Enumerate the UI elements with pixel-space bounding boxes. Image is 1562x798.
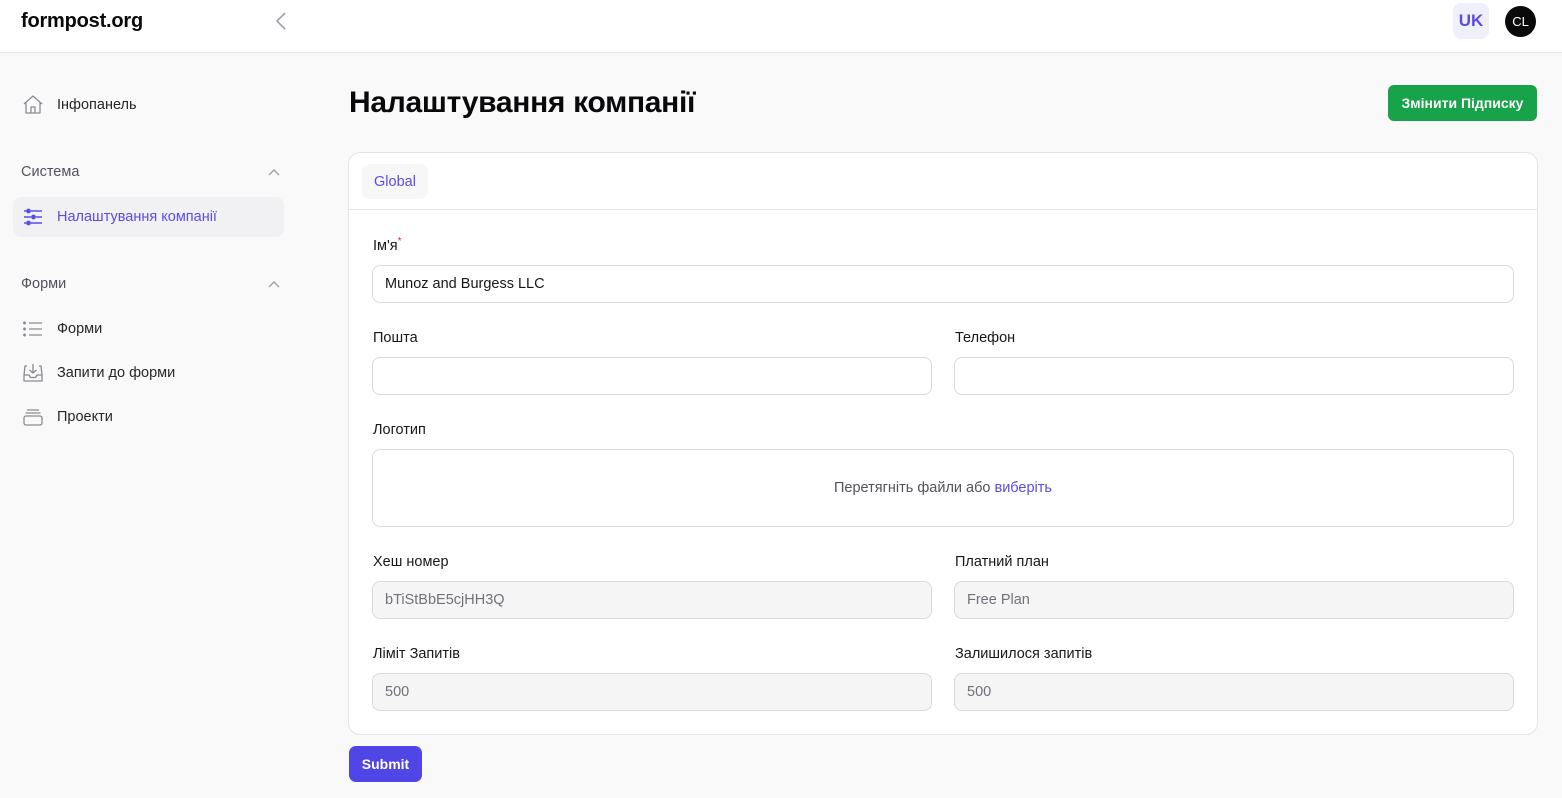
phone-label: Телефон	[955, 330, 1016, 346]
tab-bar: Global	[349, 153, 1537, 210]
browse-files-link[interactable]: виберіть	[994, 480, 1052, 496]
brand-logo[interactable]: formpost.org	[21, 10, 143, 33]
phone-input[interactable]	[954, 357, 1514, 395]
logo-dropzone[interactable]: Перетягніть файли або виберіть	[372, 449, 1514, 527]
page-title: Налаштування компанії	[349, 86, 696, 119]
sidebar-item-forms[interactable]: Форми	[13, 309, 284, 349]
hash-label: Хеш номер	[373, 554, 449, 570]
sidebar-group-system[interactable]: Система	[21, 164, 281, 180]
home-icon	[22, 94, 44, 116]
name-label-text: Ім'я	[373, 238, 398, 254]
sidebar-item-dashboard[interactable]: Інфопанель	[13, 85, 284, 125]
sidebar-item-label: Запити до форми	[57, 365, 176, 381]
language-switcher[interactable]: UK	[1453, 3, 1489, 39]
sidebar-group-forms[interactable]: Форми	[21, 276, 281, 292]
sidebar-item-label: Форми	[57, 321, 103, 337]
required-mark: *	[397, 236, 402, 247]
email-label: Пошта	[373, 330, 418, 346]
requests-left-input: 500	[954, 673, 1514, 711]
change-subscription-button[interactable]: Змінити Підписку	[1388, 85, 1537, 121]
name-label: Ім'я*	[373, 236, 402, 254]
tab-global[interactable]: Global	[362, 164, 428, 199]
sliders-icon	[22, 206, 44, 228]
sidebar-item-label: Проекти	[57, 409, 113, 425]
list-icon	[22, 318, 44, 340]
submit-button[interactable]: Submit	[349, 746, 422, 782]
plan-label: Платний план	[955, 554, 1049, 570]
hash-input: bTiStBbE5cjHH3Q	[372, 581, 932, 619]
request-limit-input: 500	[372, 673, 932, 711]
chevron-up-icon	[268, 169, 280, 176]
plan-input: Free Plan	[954, 581, 1514, 619]
sidebar-item-form-submissions[interactable]: Запити до форми	[13, 353, 284, 393]
group-label: Форми	[21, 276, 67, 292]
sidebar-item-label: Інфопанель	[57, 97, 137, 113]
logo-label: Логотип	[373, 422, 426, 438]
collapse-sidebar-button[interactable]	[270, 10, 292, 32]
group-label: Система	[21, 164, 80, 180]
stack-icon	[22, 406, 44, 428]
requests-left-label: Залишилося запитів	[955, 646, 1093, 662]
name-input[interactable]: Munoz and Burgess LLC	[372, 265, 1514, 303]
inbox-download-icon	[22, 362, 44, 384]
top-bar: formpost.org UK CL	[0, 0, 1562, 53]
sidebar: Інфопанель Система Налаштування компанії…	[0, 54, 300, 798]
dropzone-text: Перетягніть файли або	[834, 480, 991, 496]
settings-card: Global Ім'я* Munoz and Burgess LLC Пошта…	[348, 152, 1538, 735]
sidebar-item-company-settings[interactable]: Налаштування компанії	[13, 197, 284, 237]
request-limit-label: Ліміт Запитів	[373, 646, 460, 662]
email-input[interactable]	[372, 357, 932, 395]
sidebar-item-label: Налаштування компанії	[57, 209, 217, 225]
sidebar-item-projects[interactable]: Проекти	[13, 397, 284, 437]
user-avatar[interactable]: CL	[1505, 6, 1536, 37]
chevron-up-icon	[268, 281, 280, 288]
chevron-left-icon	[275, 12, 286, 30]
